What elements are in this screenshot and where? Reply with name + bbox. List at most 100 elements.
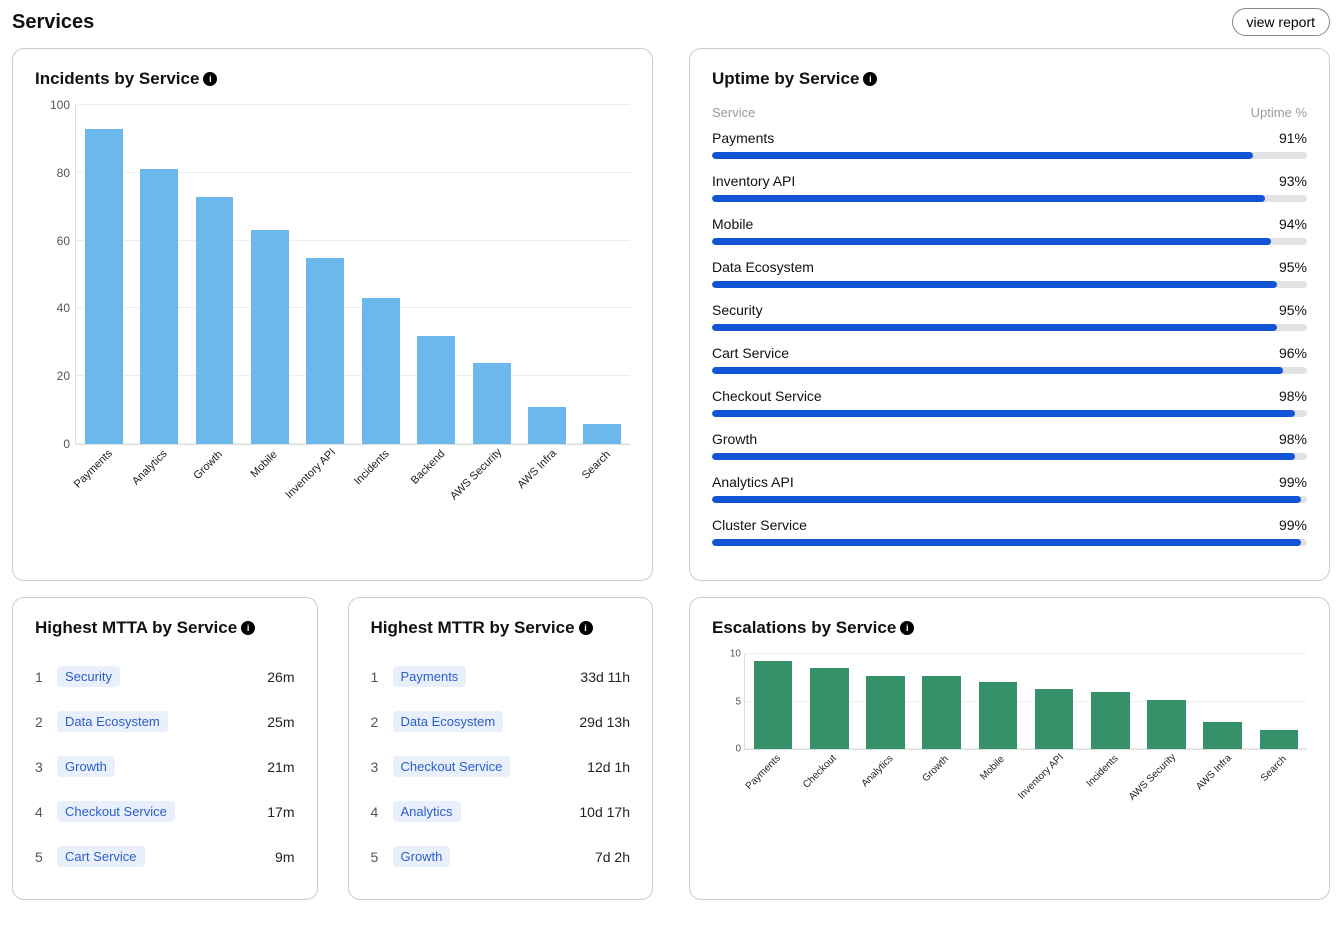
service-chip[interactable]: Growth: [57, 756, 115, 777]
rank-value: 17m: [267, 804, 294, 820]
service-chip[interactable]: Data Ecosystem: [393, 711, 504, 732]
x-category-label: Backend: [409, 448, 448, 487]
uptime-item: Growth98%: [712, 431, 1307, 460]
uptime-col-uptime: Uptime %: [1251, 105, 1307, 120]
rank-number: 5: [35, 849, 47, 865]
uptime-bar[interactable]: [712, 539, 1307, 546]
x-category-label: Growth: [191, 448, 225, 482]
bar[interactable]: [417, 336, 455, 444]
mtta-panel: Highest MTTA by Service i 1Security26m2D…: [12, 597, 318, 900]
x-category-label: Mobile: [979, 754, 1008, 783]
bar[interactable]: [528, 407, 566, 444]
uptime-bar[interactable]: [712, 453, 1307, 460]
view-report-button[interactable]: view report: [1232, 8, 1330, 36]
uptime-bar[interactable]: [712, 238, 1307, 245]
rank-value: 33d 11h: [580, 669, 630, 685]
rank-number: 2: [35, 714, 47, 730]
rank-number: 4: [371, 804, 383, 820]
rank-number: 3: [371, 759, 383, 775]
info-icon[interactable]: i: [241, 621, 255, 635]
y-tick: 10: [715, 649, 741, 660]
service-chip[interactable]: Checkout Service: [57, 801, 175, 822]
y-tick: 20: [40, 369, 70, 383]
rank-value: 10d 17h: [579, 804, 630, 820]
uptime-service-name: Data Ecosystem: [712, 259, 814, 275]
service-chip[interactable]: Growth: [393, 846, 451, 867]
bar[interactable]: [1035, 689, 1074, 749]
bar[interactable]: [1203, 722, 1242, 749]
bar[interactable]: [922, 676, 961, 749]
uptime-bar[interactable]: [712, 324, 1307, 331]
rank-value: 25m: [267, 714, 294, 730]
bar[interactable]: [473, 363, 511, 444]
bar[interactable]: [306, 258, 344, 444]
bar[interactable]: [140, 169, 178, 444]
uptime-list: Payments91%Inventory API93%Mobile94%Data…: [712, 130, 1307, 546]
info-icon[interactable]: i: [863, 72, 877, 86]
uptime-item: Checkout Service 98%: [712, 388, 1307, 417]
incidents-chart: 020406080100: [35, 105, 630, 445]
x-category-label: Incidents: [352, 448, 392, 488]
uptime-value: 99%: [1279, 517, 1307, 533]
bar[interactable]: [196, 197, 234, 444]
bar[interactable]: [583, 424, 621, 444]
info-icon[interactable]: i: [203, 72, 217, 86]
rank-value: 9m: [275, 849, 294, 865]
bar[interactable]: [810, 668, 849, 749]
uptime-item: Payments91%: [712, 130, 1307, 159]
uptime-bar[interactable]: [712, 496, 1307, 503]
bar[interactable]: [979, 682, 1018, 749]
uptime-bar[interactable]: [712, 281, 1307, 288]
uptime-panel-title: Uptime by Service: [712, 69, 859, 89]
uptime-item: Analytics API99%: [712, 474, 1307, 503]
bar[interactable]: [1091, 692, 1130, 749]
service-chip[interactable]: Payments: [393, 666, 467, 687]
uptime-item: Cart Service96%: [712, 345, 1307, 374]
y-tick: 40: [40, 301, 70, 315]
y-tick: 0: [40, 437, 70, 451]
service-chip[interactable]: Data Ecosystem: [57, 711, 168, 732]
service-chip[interactable]: Checkout Service: [393, 756, 511, 777]
info-icon[interactable]: i: [900, 621, 914, 635]
x-category-label: Analytics: [859, 753, 895, 789]
bar[interactable]: [251, 230, 289, 444]
bar[interactable]: [85, 129, 123, 444]
bar[interactable]: [1260, 730, 1299, 749]
uptime-bar[interactable]: [712, 195, 1307, 202]
x-category-label: Payments: [744, 753, 783, 792]
page-title: Services: [12, 11, 94, 34]
uptime-bar[interactable]: [712, 367, 1307, 374]
rank-row: 2Data Ecosystem29d 13h: [371, 699, 631, 744]
uptime-bar[interactable]: [712, 152, 1307, 159]
uptime-service-name: Inventory API: [712, 173, 795, 189]
x-category-label: Checkout: [802, 753, 840, 791]
uptime-value: 98%: [1279, 388, 1307, 404]
bar[interactable]: [1147, 700, 1186, 749]
uptime-service-name: Cart Service: [712, 345, 789, 361]
uptime-value: 99%: [1279, 474, 1307, 490]
uptime-value: 93%: [1279, 173, 1307, 189]
uptime-item: Cluster Service99%: [712, 517, 1307, 546]
mtta-panel-title: Highest MTTA by Service: [35, 618, 237, 638]
uptime-service-name: Mobile: [712, 216, 753, 232]
uptime-value: 95%: [1279, 259, 1307, 275]
bar[interactable]: [866, 676, 905, 749]
rank-row: 4 Checkout Service 17m: [35, 789, 295, 834]
uptime-bar[interactable]: [712, 410, 1307, 417]
service-chip[interactable]: Security: [57, 666, 120, 687]
rank-value: 7d 2h: [595, 849, 630, 865]
x-category-label: AWS Infra: [515, 447, 559, 491]
service-chip[interactable]: Analytics: [393, 801, 461, 822]
x-category-label: Inventory API: [1016, 752, 1066, 802]
uptime-service-name: Payments: [712, 130, 774, 146]
uptime-service-name: Checkout Service: [712, 388, 822, 404]
bar[interactable]: [362, 298, 400, 444]
x-category-label: Analytics: [130, 448, 170, 488]
mttr-panel: Highest MTTR by Service i 1Payments33d 1…: [348, 597, 654, 900]
escalations-chart: 0510: [712, 654, 1307, 750]
service-chip[interactable]: Cart Service: [57, 846, 145, 867]
bar[interactable]: [754, 661, 793, 749]
info-icon[interactable]: i: [579, 621, 593, 635]
rank-number: 4: [35, 804, 47, 820]
rank-row: 5 Cart Service 9m: [35, 834, 295, 879]
